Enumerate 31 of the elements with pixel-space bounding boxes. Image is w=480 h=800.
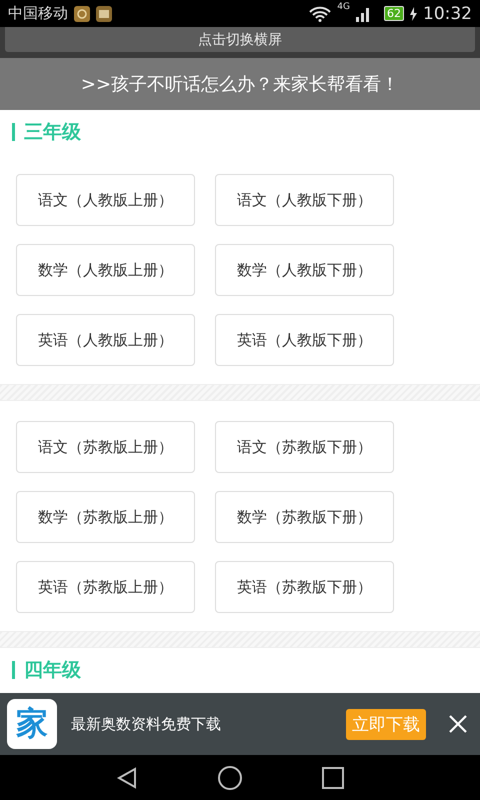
wifi-icon xyxy=(309,6,332,22)
textbook-button[interactable]: 数学（苏教版下册） xyxy=(215,491,394,543)
home-icon[interactable] xyxy=(218,766,242,790)
textbook-button[interactable]: 英语（苏教版上册） xyxy=(16,561,195,613)
charging-icon xyxy=(410,6,417,20)
image-notification-icon xyxy=(96,6,112,22)
rotate-screen-button[interactable]: 点击切换横屏 xyxy=(5,27,475,52)
textbook-button[interactable]: 语文（苏教版上册） xyxy=(16,421,195,473)
back-icon[interactable] xyxy=(116,766,138,788)
textbook-button[interactable]: 数学（人教版上册） xyxy=(16,244,195,296)
close-icon[interactable] xyxy=(448,714,468,734)
textbook-button[interactable]: 英语（人教版下册） xyxy=(215,314,394,366)
grade-heading: 四年级 xyxy=(24,658,81,683)
grade-heading: 三年级 xyxy=(24,120,81,145)
network-type: 4G xyxy=(337,2,350,12)
signal-icon xyxy=(356,6,370,22)
textbook-button[interactable]: 数学（苏教版上册） xyxy=(16,491,195,543)
ad-text: 最新奥数资料免费下载 xyxy=(71,714,222,734)
textbook-button[interactable]: 语文（苏教版下册） xyxy=(215,421,394,473)
battery-indicator: 62 xyxy=(384,6,404,21)
textbook-button[interactable]: 英语（苏教版下册） xyxy=(215,561,394,613)
textbook-button[interactable]: 数学（人教版下册） xyxy=(215,244,394,296)
recent-apps-icon[interactable] xyxy=(322,766,344,788)
textbook-button[interactable]: 语文（人教版下册） xyxy=(215,174,394,226)
app-icon[interactable]: 家 xyxy=(7,699,57,749)
textbook-button[interactable]: 语文（人教版上册） xyxy=(16,174,195,226)
carrier-name: 中国移动 xyxy=(8,4,68,23)
textbook-button[interactable]: 英语（人教版上册） xyxy=(16,314,195,366)
promo-banner[interactable]: >>孩子不听话怎么办？来家长帮看看！ xyxy=(0,58,480,110)
clock: 10:32 xyxy=(423,4,472,24)
app-notification-icon xyxy=(74,6,90,22)
